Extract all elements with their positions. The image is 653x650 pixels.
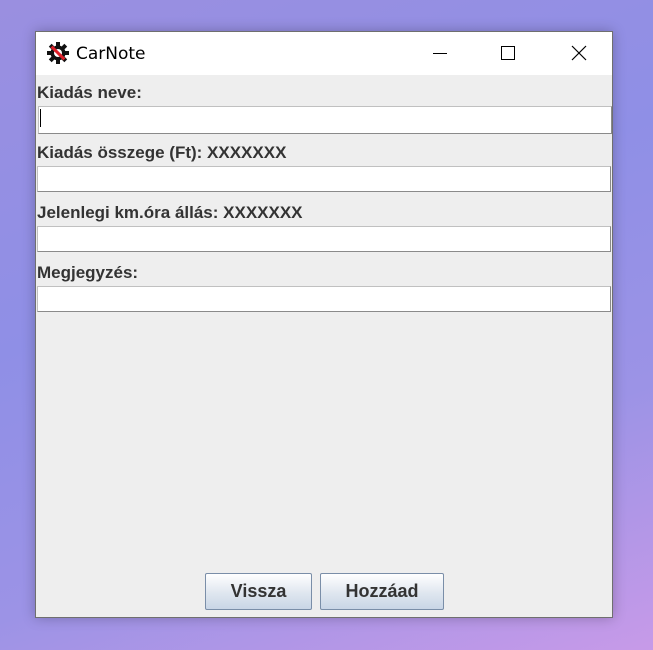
maximize-icon — [501, 46, 515, 60]
expense-name-label: Kiadás neve: — [37, 83, 142, 102]
note-label: Megjegyzés: — [37, 263, 139, 282]
close-icon — [571, 45, 587, 61]
text-caret — [40, 109, 41, 127]
gear-wrench-icon — [46, 41, 70, 65]
expense-name-field-wrap — [37, 106, 612, 134]
minimize-icon — [433, 53, 447, 54]
carnote-window: CarNote Kiadás neve: Kiadás összege (Ft)… — [35, 31, 613, 618]
window-title: CarNote — [76, 44, 146, 64]
back-button[interactable]: Vissza — [205, 573, 312, 610]
note-field[interactable] — [37, 286, 611, 312]
minimize-button[interactable] — [417, 32, 463, 75]
expense-amount-label: Kiadás összege (Ft): XXXXXXX — [37, 143, 287, 162]
add-button[interactable]: Hozzáad — [320, 573, 444, 610]
maximize-button[interactable] — [485, 32, 531, 75]
odometer-field[interactable] — [37, 226, 611, 252]
odometer-label: Jelenlegi km.óra állás: XXXXXXX — [37, 203, 303, 222]
expense-amount-field[interactable] — [37, 166, 611, 192]
expense-name-field[interactable] — [38, 106, 612, 134]
close-button[interactable] — [556, 32, 602, 75]
title-bar[interactable]: CarNote — [36, 32, 612, 75]
